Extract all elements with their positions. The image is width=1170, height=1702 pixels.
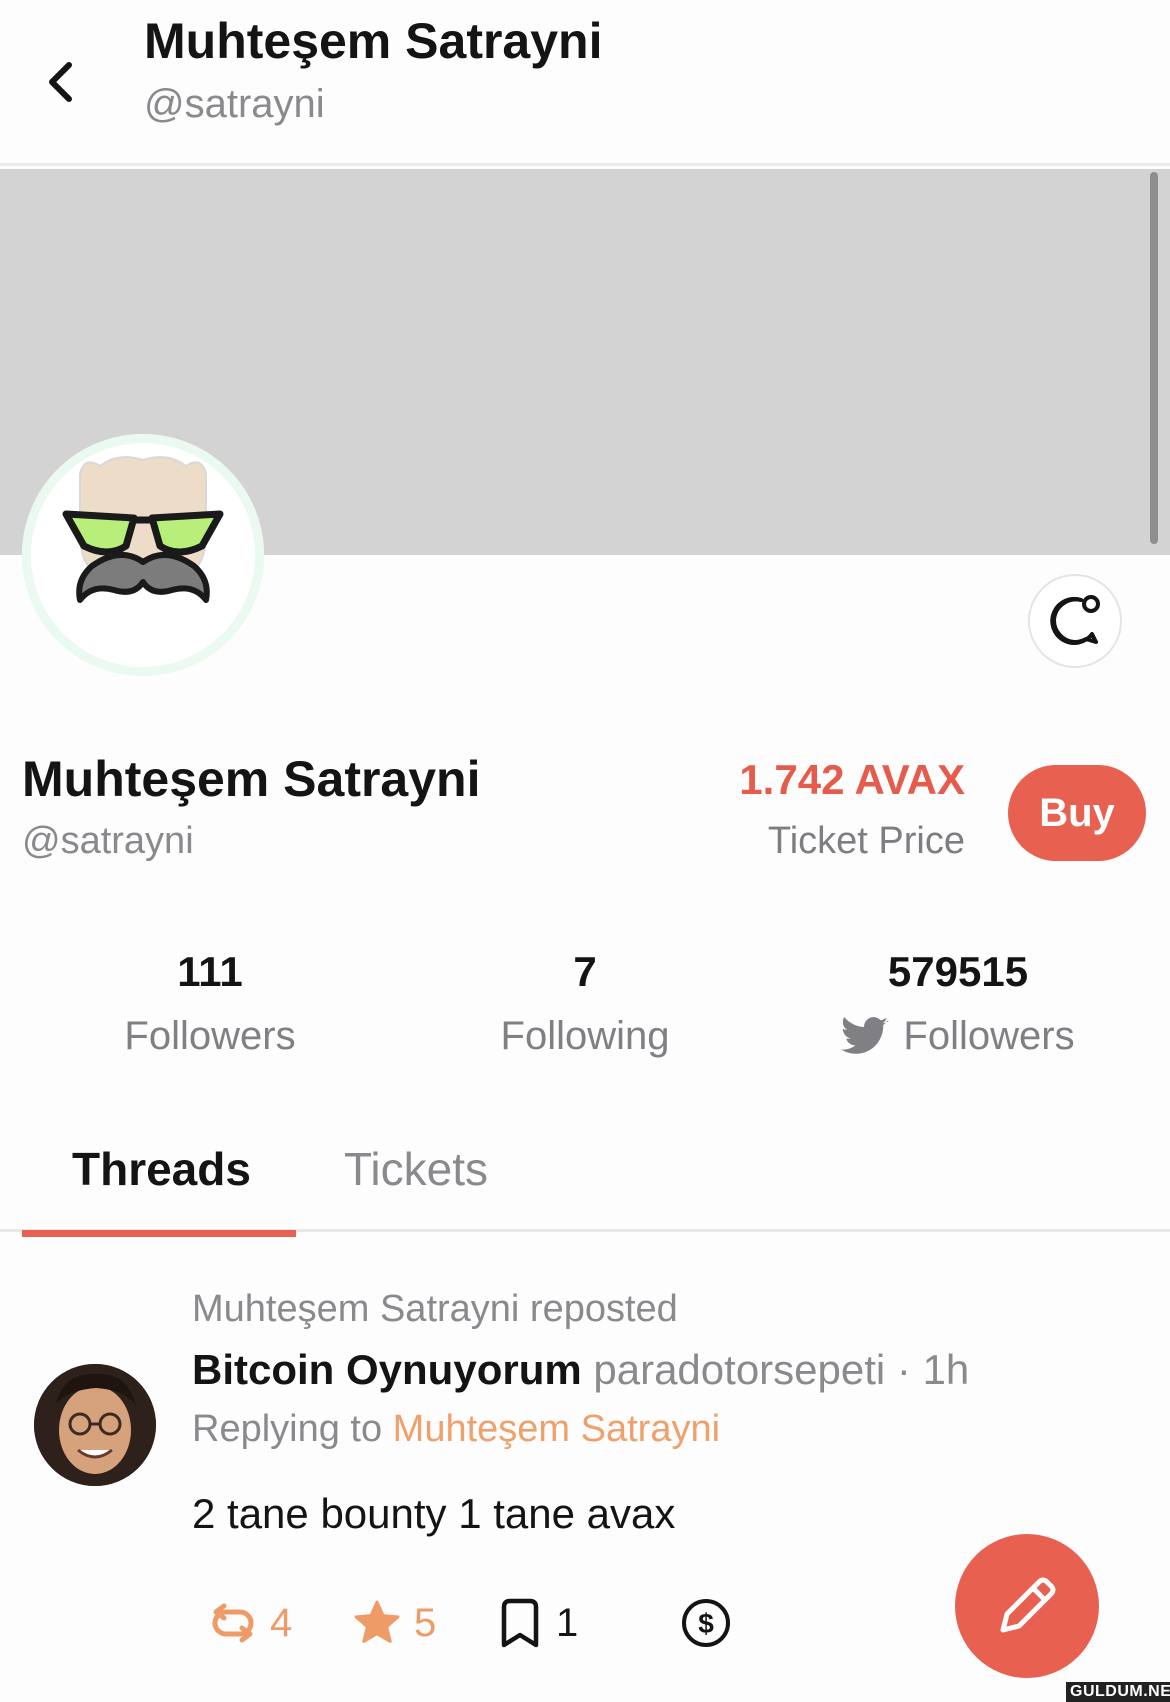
- post-time: 1h: [922, 1346, 970, 1393]
- post-author-name[interactable]: Bitcoin Oynuyorum: [192, 1346, 582, 1393]
- top-bar: Muhteşem Satrayni @satrayni: [0, 0, 1170, 166]
- message-button[interactable]: [1028, 574, 1122, 668]
- twitter-bird-icon: [841, 1016, 889, 1054]
- stat-following[interactable]: 7 Following: [405, 948, 765, 1059]
- svg-text:$: $: [698, 1608, 714, 1639]
- replying-to: Replying to Muhteşem Satrayni: [192, 1408, 720, 1451]
- replying-target-link[interactable]: Muhteşem Satrayni: [393, 1408, 720, 1450]
- scrollbar[interactable]: [1150, 172, 1158, 544]
- buy-button[interactable]: Buy: [1008, 765, 1146, 861]
- stat-label-row: Followers: [30, 1014, 390, 1059]
- star-icon: [354, 1600, 400, 1643]
- stat-followers[interactable]: 111 Followers: [30, 948, 390, 1059]
- stat-twitter-followers[interactable]: 579515 Followers: [778, 948, 1138, 1059]
- ticket-price-label: Ticket Price: [767, 820, 965, 862]
- like-count: 5: [414, 1600, 437, 1645]
- active-tab-indicator: [22, 1230, 296, 1237]
- stat-value: 579515: [887, 948, 1029, 995]
- tab-tickets[interactable]: Tickets: [344, 1142, 488, 1196]
- chat-bubble-icon: [1050, 595, 1100, 645]
- compose-button[interactable]: [955, 1534, 1099, 1678]
- stat-label: Followers: [903, 1014, 1075, 1058]
- mustache-avatar-image: [22, 434, 264, 676]
- watermark-logo: GULDUM.NET: [1066, 1682, 1170, 1702]
- dollar-circle-icon: $: [682, 1599, 730, 1647]
- repost-action[interactable]: 4: [208, 1598, 292, 1648]
- person-photo-image: [34, 1364, 156, 1486]
- post-separator: ·: [885, 1346, 923, 1393]
- tip-action[interactable]: $: [680, 1598, 732, 1648]
- post-author-handle[interactable]: paradotorsepeti: [593, 1346, 885, 1393]
- stat-label: Followers: [124, 1014, 296, 1058]
- like-action[interactable]: 5: [352, 1598, 436, 1648]
- repost-count: 4: [270, 1600, 293, 1645]
- tab-threads[interactable]: Threads: [72, 1142, 251, 1196]
- stat-value: 111: [177, 948, 243, 995]
- stat-label-row: Following: [405, 1014, 765, 1059]
- stat-label-row: Followers: [778, 1014, 1138, 1059]
- bookmark-icon: [501, 1598, 539, 1648]
- profile-handle: @satrayni: [22, 820, 194, 862]
- replying-prefix: Replying to: [192, 1408, 393, 1450]
- post-body: 2 tane bounty 1 tane avax: [192, 1490, 676, 1537]
- bookmark-count: 1: [556, 1600, 579, 1645]
- profile-avatar[interactable]: [22, 434, 264, 676]
- header-handle: @satrayni: [144, 82, 325, 126]
- stat-label: Following: [500, 1014, 670, 1058]
- stat-value: 7: [573, 948, 597, 995]
- bookmark-action[interactable]: 1: [496, 1598, 578, 1648]
- profile-name: Muhteşem Satrayni: [22, 751, 481, 807]
- ticket-price-value: 1.742 AVAX: [739, 756, 965, 803]
- post-author-avatar[interactable]: [34, 1364, 156, 1486]
- repost-note: Muhteşem Satrayni reposted: [192, 1288, 678, 1330]
- pencil-icon: [1000, 1577, 1056, 1633]
- back-button[interactable]: [36, 52, 84, 112]
- header-title: Muhteşem Satrayni: [144, 13, 603, 69]
- repost-icon: [212, 1603, 254, 1643]
- post-header: Bitcoin Oynuyorum paradotorsepeti · 1h: [192, 1346, 969, 1394]
- profile-tabs: Threads Tickets: [0, 1130, 1170, 1232]
- chevron-left-icon: [49, 62, 72, 102]
